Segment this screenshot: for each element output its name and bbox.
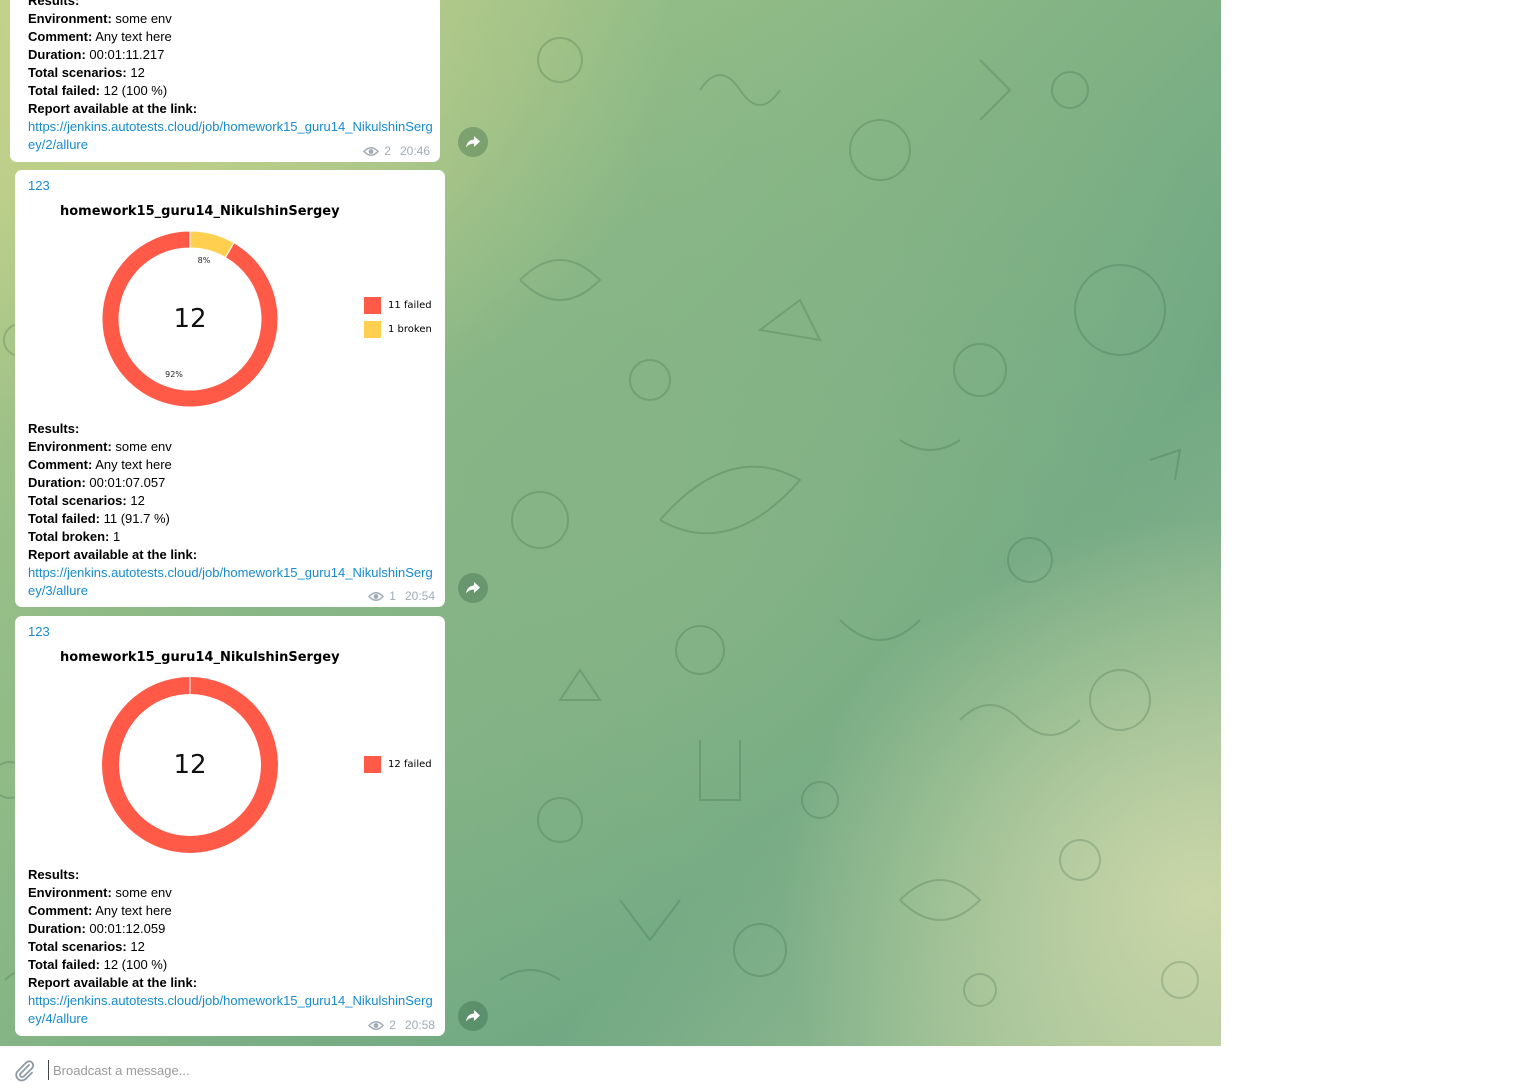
environment-value: some env <box>115 11 172 26</box>
failed-label: Total failed: <box>28 83 100 98</box>
message-input[interactable] <box>48 1060 653 1080</box>
failed-value: 12 (100 %) <box>103 83 168 98</box>
comment-label: Comment: <box>28 457 93 472</box>
legend-item-broken: 1 broken <box>364 317 432 341</box>
forward-button[interactable] <box>458 127 488 157</box>
donut-center-total: 12 <box>173 750 206 780</box>
message-time: 20:58 <box>404 1018 435 1032</box>
broken-value: 1 <box>113 529 121 544</box>
forward-button[interactable] <box>458 573 488 603</box>
results-label: Results: <box>28 867 80 882</box>
legend-item-failed: 11 failed <box>364 293 432 317</box>
legend-swatch-failed <box>364 296 381 314</box>
chart-legend: 12 failed <box>364 752 432 776</box>
comment-label: Comment: <box>28 903 93 918</box>
legend-swatch-failed <box>364 755 381 773</box>
environment-label: Environment: <box>28 11 112 26</box>
message-bubble-1: Results: Environment: some env Comment: … <box>10 0 440 162</box>
scenarios-label: Total scenarios: <box>28 939 127 954</box>
failed-value: 12 (100 %) <box>103 957 168 972</box>
legend-swatch-broken <box>364 320 381 338</box>
report-label: Report available at the link: <box>28 975 198 990</box>
failed-label: Total failed: <box>28 957 100 972</box>
message-meta: 1 20:54 <box>368 589 435 603</box>
eye-icon <box>368 1020 385 1030</box>
duration-value: 00:01:11.217 <box>89 47 165 62</box>
environment-value: some env <box>115 885 172 900</box>
chart-title: homework15_guru14_NikulshinSergey <box>60 204 340 219</box>
message-bubble-2: 123 homework15_guru14_NikulshinSergey 12… <box>15 170 445 607</box>
legend-label-failed: 11 failed <box>388 299 432 311</box>
results-label: Results: <box>28 0 80 8</box>
chart-title: homework15_guru14_NikulshinSergey <box>60 650 340 665</box>
eye-icon <box>368 591 385 601</box>
duration-label: Duration: <box>28 475 86 490</box>
failed-label: Total failed: <box>28 511 100 526</box>
environment-label: Environment: <box>28 885 112 900</box>
scenarios-value: 12 <box>130 65 145 80</box>
slice-label-failed: 92% <box>165 370 183 379</box>
scenarios-label: Total scenarios: <box>28 65 127 80</box>
donut-chart: 12 <box>102 677 278 853</box>
message-time: 20:46 <box>399 144 430 158</box>
share-arrow-icon <box>466 136 480 148</box>
message-bubble-3: 123 homework15_guru14_NikulshinSergey 12… <box>15 616 445 1036</box>
environment-value: some env <box>115 439 172 454</box>
failed-value: 11 (91.7 %) <box>103 511 170 526</box>
message-meta: 2 20:46 <box>363 144 430 158</box>
views-count: 2 <box>384 144 391 158</box>
legend-item-failed: 12 failed <box>364 752 432 776</box>
views-count: 2 <box>389 1018 396 1032</box>
scenarios-value: 12 <box>130 939 145 954</box>
paperclip-icon[interactable] <box>12 1058 36 1082</box>
duration-value: 00:01:12.059 <box>89 921 166 936</box>
environment-label: Environment: <box>28 439 112 454</box>
legend-label-broken: 1 broken <box>388 323 432 335</box>
message-meta: 2 20:58 <box>368 1018 435 1032</box>
share-arrow-icon <box>466 582 480 594</box>
sender-name: 123 <box>28 624 50 639</box>
donut-center-total: 12 <box>173 304 206 334</box>
message-time: 20:54 <box>404 589 435 603</box>
legend-label-failed: 12 failed <box>388 758 432 770</box>
scenarios-value: 12 <box>130 493 145 508</box>
results-label: Results: <box>28 421 80 436</box>
chart-legend: 11 failed 1 broken <box>364 293 432 341</box>
views-count: 1 <box>389 589 396 603</box>
duration-value: 00:01:07.057 <box>89 475 166 490</box>
comment-value: Any text here <box>95 903 172 918</box>
duration-label: Duration: <box>28 921 86 936</box>
forward-button[interactable] <box>458 1001 488 1031</box>
broken-label: Total broken: <box>28 529 110 544</box>
sender-name: 123 <box>28 178 50 193</box>
slice-label-broken: 8% <box>198 256 211 265</box>
eye-icon <box>363 146 380 156</box>
comment-value: Any text here <box>95 29 172 44</box>
comment-value: Any text here <box>95 457 172 472</box>
share-arrow-icon <box>466 1010 480 1022</box>
report-label: Report available at the link: <box>28 547 198 562</box>
scenarios-label: Total scenarios: <box>28 493 127 508</box>
report-label: Report available at the link: <box>28 101 198 116</box>
donut-chart: 12 8% 92% <box>101 230 279 408</box>
duration-label: Duration: <box>28 47 86 62</box>
comment-label: Comment: <box>28 29 93 44</box>
